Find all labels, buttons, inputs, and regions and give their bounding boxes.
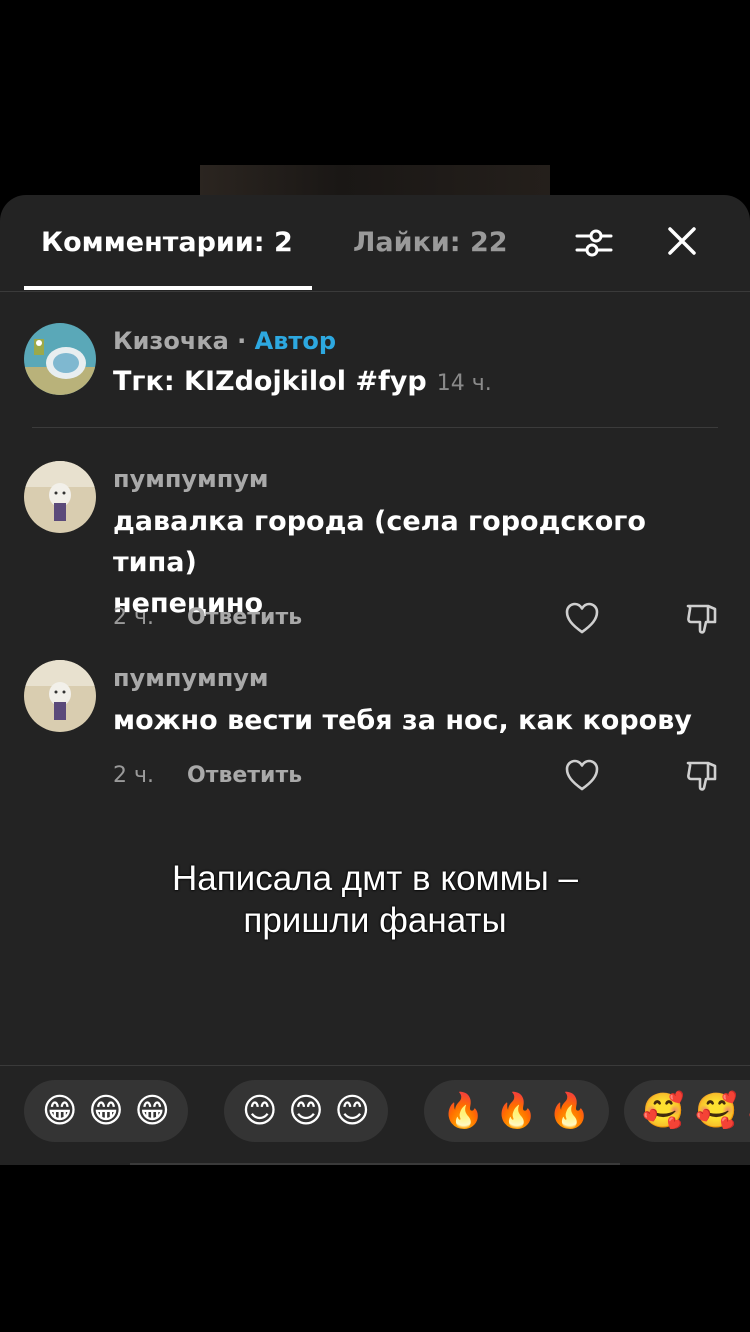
reply-button[interactable]: Ответить [187,605,302,630]
input-divider [130,1163,620,1165]
avatar[interactable] [24,461,96,533]
comment-text-line: можно вести тебя за нос, как корову [113,705,692,736]
quick-reactions-bar: 😁 😁 😁 😊 😊 😊 🔥 🔥 🔥 🥰 🥰 🥰 [0,1065,750,1165]
caption-line: пришли фанаты [243,901,507,940]
tab-comments[interactable]: Комментарии: 2 [41,227,293,258]
tab-bar: Комментарии: 2 Лайки: 22 [0,195,750,292]
avatar[interactable] [24,660,96,732]
comment-timestamp: 14 ч. [436,371,492,396]
reaction-pill-smile[interactable]: 😊 😊 😊 [224,1080,388,1142]
comment-text: Тгк: KIZdojkilol #fyp 14 ч. [113,361,733,404]
comment-author-name[interactable]: пумпумпум [113,465,269,493]
comment-timestamp: 2 ч. [113,763,154,788]
author-badge: Автор [254,327,336,355]
author-name: Кизочка [113,327,229,355]
comment-author-name[interactable]: Кизочка · Автор [113,327,336,355]
caption-line: Написала дмт в коммы – [171,859,579,898]
reaction-pill-fire[interactable]: 🔥 🔥 🔥 [424,1080,609,1142]
heart-icon[interactable] [564,758,600,792]
pinned-divider [32,427,718,428]
reply-button[interactable]: Ответить [187,763,302,788]
comment-body: Тгк: KIZdojkilol #fyp [113,366,427,397]
video-caption-overlay: Написала дмт в коммы – пришли фанаты [0,858,750,942]
active-tab-indicator [24,286,312,290]
reaction-pill-hearts[interactable]: 🥰 🥰 🥰 [624,1080,750,1142]
filter-sliders-icon[interactable] [574,223,614,263]
comment-timestamp: 2 ч. [113,605,154,630]
heart-icon[interactable] [564,601,600,635]
comment-author-name[interactable]: пумпумпум [113,664,269,692]
thumbs-down-icon[interactable] [684,758,720,792]
comments-sheet: Комментарии: 2 Лайки: 22 Кизочка · Автор… [0,195,750,1165]
comment-text: можно вести тебя за нос, как корову [113,700,733,741]
thumbs-down-icon[interactable] [684,601,720,635]
comment-text-line: давалка города (села городского типа) [113,506,646,578]
tab-likes[interactable]: Лайки: 22 [353,227,508,258]
close-icon[interactable] [664,223,700,259]
reaction-pill-grin[interactable]: 😁 😁 😁 [24,1080,188,1142]
name-separator: · [228,327,255,355]
avatar[interactable] [24,323,96,395]
